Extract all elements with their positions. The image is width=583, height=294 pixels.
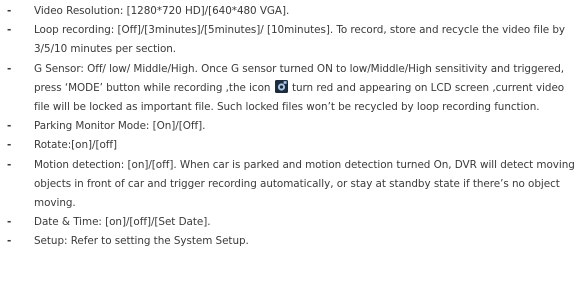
list-bullet: - bbox=[7, 24, 12, 37]
list-bullet: - bbox=[7, 216, 12, 229]
list-bullet: - bbox=[7, 158, 12, 171]
setting-text: Setup: Refer to setting the System Setup… bbox=[34, 235, 249, 248]
setting-text: Date & Time: [on]/[off]/[Set Date]. bbox=[34, 216, 211, 229]
setting-text: Motion detection: [on]/[off]. When car i… bbox=[34, 158, 575, 210]
setting-text: Video Resolution: [1280*720 HD]/[640*480… bbox=[34, 5, 290, 17]
setting-loop-recording: - Loop recording: [Off]/[3minutes]/[5min… bbox=[0, 21, 583, 59]
list-bullet: - bbox=[7, 120, 12, 133]
setting-date-time: - Date & Time: [on]/[off]/[Set Date]. bbox=[0, 213, 583, 232]
list-bullet: - bbox=[7, 62, 12, 75]
list-bullet: - bbox=[7, 5, 12, 17]
setting-video-resolution: - Video Resolution: [1280*720 HD]/[640*4… bbox=[0, 2, 583, 21]
setting-setup: - Setup: Refer to setting the System Set… bbox=[0, 232, 583, 251]
setting-parking-monitor: - Parking Monitor Mode: [On]/[Off]. bbox=[0, 117, 583, 136]
setting-text: Parking Monitor Mode: [On]/[Off]. bbox=[34, 120, 206, 133]
setting-text: Loop recording: [Off]/[3minutes]/[5minut… bbox=[34, 24, 566, 56]
lock-record-icon bbox=[274, 79, 288, 93]
setting-text: Rotate:[on]/[off] bbox=[34, 139, 118, 152]
settings-list: - Video Resolution: [1280*720 HD]/[640*4… bbox=[0, 2, 583, 252]
setting-g-sensor: - G Sensor: Off/ low/ Middle/High. Once … bbox=[0, 60, 583, 118]
list-bullet: - bbox=[7, 139, 12, 152]
setting-rotate: - Rotate:[on]/[off] bbox=[0, 136, 583, 155]
list-bullet: - bbox=[7, 235, 12, 248]
setting-motion-detection: - Motion detection: [on]/[off]. When car… bbox=[0, 156, 583, 214]
